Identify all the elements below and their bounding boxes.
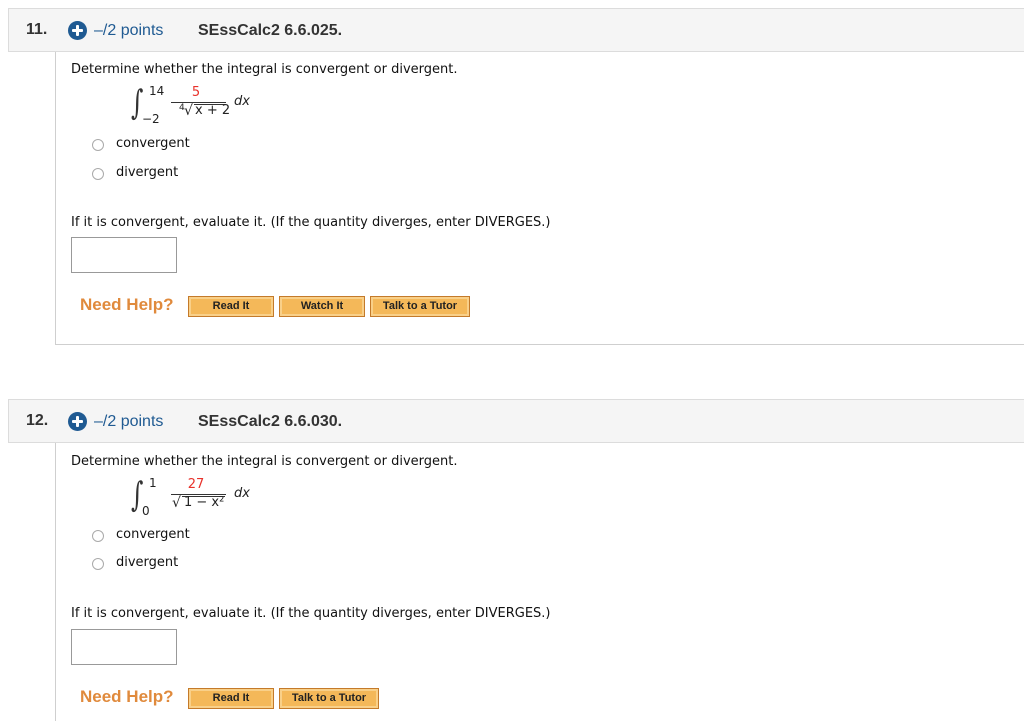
numerator: 5 xyxy=(191,85,201,100)
radical-sign: √ xyxy=(184,103,193,119)
expand-plus-icon[interactable] xyxy=(68,412,87,431)
lower-limit: 0 xyxy=(142,504,150,518)
question-11-header: 11. –/2 points SEssCalc2 6.6.025. xyxy=(8,8,1024,52)
evaluate-prompt: If it is convergent, evaluate it. (If th… xyxy=(71,606,551,621)
watch-it-button[interactable]: Watch It xyxy=(279,296,365,317)
integral-expression: ∫ 1 0 27 √ 1 − x² dx xyxy=(131,476,331,526)
upper-limit: 14 xyxy=(149,84,165,98)
read-it-button[interactable]: Read It xyxy=(188,296,274,317)
upper-limit: 1 xyxy=(149,476,157,490)
expand-plus-icon[interactable] xyxy=(68,21,87,40)
option-label[interactable]: divergent xyxy=(116,165,178,180)
radio-button[interactable] xyxy=(92,168,104,180)
question-number: 11. xyxy=(26,21,48,38)
radio-button[interactable] xyxy=(92,558,104,570)
points-link[interactable]: –/2 points xyxy=(94,22,163,40)
radio-button[interactable] xyxy=(92,530,104,542)
integral-expression: ∫ 14 −2 5 4 √ x + 2 dx xyxy=(131,84,331,134)
evaluate-prompt: If it is convergent, evaluate it. (If th… xyxy=(71,215,551,230)
talk-to-tutor-button[interactable]: Talk to a Tutor xyxy=(370,296,470,317)
answer-input[interactable] xyxy=(71,237,177,273)
radio-button[interactable] xyxy=(92,139,104,151)
option-label[interactable]: convergent xyxy=(116,527,190,542)
differential: dx xyxy=(234,94,250,109)
question-reference: SEssCalc2 6.6.030. xyxy=(198,413,343,430)
question-number: 12. xyxy=(26,412,49,429)
radicand: 1 − x² xyxy=(184,495,225,510)
read-it-button[interactable]: Read It xyxy=(188,688,274,709)
differential: dx xyxy=(234,486,250,501)
need-help-label: Need Help? xyxy=(80,687,174,706)
answer-input[interactable] xyxy=(71,629,177,665)
question-12-body: Determine whether the integral is conver… xyxy=(55,443,1024,721)
need-help-label: Need Help? xyxy=(80,295,174,314)
radicand: x + 2 xyxy=(195,103,231,118)
option-label[interactable]: convergent xyxy=(116,136,190,151)
question-prompt: Determine whether the integral is conver… xyxy=(71,62,458,77)
radical-sign: √ xyxy=(172,495,181,511)
question-prompt: Determine whether the integral is conver… xyxy=(71,454,458,469)
question-reference: SEssCalc2 6.6.025. xyxy=(198,22,343,39)
question-11-body: Determine whether the integral is conver… xyxy=(55,52,1024,345)
option-label[interactable]: divergent xyxy=(116,555,178,570)
lower-limit: −2 xyxy=(142,112,160,126)
points-link[interactable]: –/2 points xyxy=(94,413,163,431)
numerator: 27 xyxy=(187,477,205,492)
question-12-header: 12. –/2 points SEssCalc2 6.6.030. xyxy=(8,399,1024,443)
talk-to-tutor-button[interactable]: Talk to a Tutor xyxy=(279,688,379,709)
